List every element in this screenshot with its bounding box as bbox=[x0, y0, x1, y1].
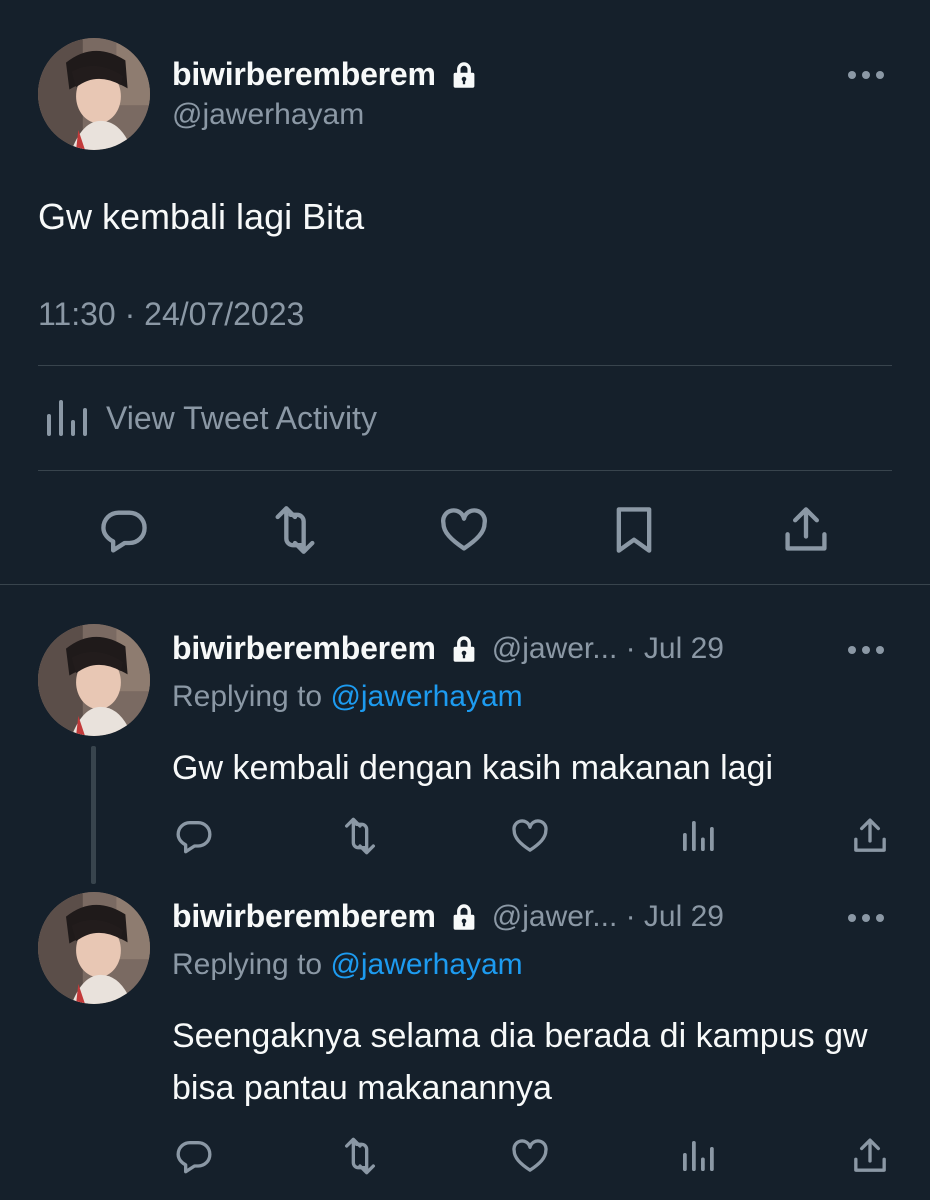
author-name-row: biwirberemberem @jawer... · Jul 29 bbox=[172, 630, 724, 667]
avatar[interactable] bbox=[38, 892, 150, 1004]
avatar[interactable] bbox=[38, 38, 150, 150]
main-tweet: biwirberemberem @jawerhayam Gw kembali l… bbox=[0, 0, 930, 585]
mention-link[interactable]: @jawerhayam bbox=[330, 680, 522, 713]
replying-to-line: Replying to @jawerhayam bbox=[172, 948, 523, 982]
divider bbox=[38, 470, 892, 471]
more-options-icon[interactable] bbox=[848, 71, 884, 79]
share-icon[interactable] bbox=[848, 814, 892, 858]
replying-to-line: Replying to @jawerhayam bbox=[172, 680, 523, 714]
replying-to-label: Replying to bbox=[172, 680, 331, 713]
handle-and-date[interactable]: @jawer... · Jul 29 bbox=[492, 900, 724, 934]
lock-icon bbox=[450, 60, 478, 90]
bookmark-icon[interactable] bbox=[612, 504, 656, 556]
author-name-row: biwirberemberem @jawer... · Jul 29 bbox=[172, 898, 724, 935]
more-options-icon[interactable] bbox=[848, 646, 884, 654]
author-display-name[interactable]: biwirberemberem bbox=[172, 630, 436, 667]
retweet-icon[interactable] bbox=[266, 504, 324, 556]
reply-icon[interactable] bbox=[172, 1134, 216, 1178]
divider bbox=[38, 365, 892, 366]
reply-icon[interactable] bbox=[98, 504, 150, 556]
reply-icon[interactable] bbox=[172, 814, 216, 858]
views-icon[interactable] bbox=[676, 814, 720, 858]
tweet-text: Gw kembali lagi Bita bbox=[38, 196, 365, 237]
tweet-timestamp[interactable]: 11:30 · 24/07/2023 bbox=[38, 296, 304, 333]
avatar-photo bbox=[38, 892, 150, 1004]
reply-tweet[interactable]: biwirberemberem @jawer... · Jul 29 Reply… bbox=[0, 892, 930, 1192]
reply-tweet[interactable]: biwirberemberem @jawer... · Jul 29 Reply… bbox=[0, 624, 930, 884]
reply-text: Gw kembali dengan kasih makanan lagi bbox=[172, 749, 774, 787]
share-icon[interactable] bbox=[780, 504, 832, 556]
author-handle[interactable]: @jawerhayam bbox=[172, 98, 364, 132]
views-icon[interactable] bbox=[676, 1134, 720, 1178]
more-options-icon[interactable] bbox=[848, 914, 884, 922]
replying-to-label: Replying to bbox=[172, 948, 331, 981]
avatar[interactable] bbox=[38, 624, 150, 736]
author-display-name[interactable]: biwirberemberem bbox=[172, 56, 436, 93]
reply-action-bar bbox=[0, 814, 930, 858]
author-display-name[interactable]: biwirberemberem bbox=[172, 898, 436, 935]
tweet-detail-page: biwirberemberem @jawerhayam Gw kembali l… bbox=[0, 0, 930, 1200]
like-icon[interactable] bbox=[438, 504, 490, 556]
like-icon[interactable] bbox=[508, 814, 552, 858]
view-tweet-activity-button[interactable]: View Tweet Activity bbox=[44, 396, 377, 440]
analytics-icon bbox=[47, 400, 87, 436]
lock-icon bbox=[450, 902, 478, 932]
author-name-row: biwirberemberem bbox=[172, 56, 478, 93]
reply-action-bar bbox=[0, 1134, 930, 1178]
avatar-photo bbox=[38, 38, 150, 150]
share-icon[interactable] bbox=[848, 1134, 892, 1178]
handle-and-date[interactable]: @jawer... · Jul 29 bbox=[492, 632, 724, 666]
activity-label: View Tweet Activity bbox=[106, 399, 377, 436]
retweet-icon[interactable] bbox=[338, 1134, 382, 1178]
reply-text: Seengaknya selama dia berada di kampus g… bbox=[172, 1017, 868, 1107]
mention-link[interactable]: @jawerhayam bbox=[330, 948, 522, 981]
like-icon[interactable] bbox=[508, 1134, 552, 1178]
retweet-icon[interactable] bbox=[338, 814, 382, 858]
avatar-photo bbox=[38, 624, 150, 736]
tweet-action-bar bbox=[0, 500, 930, 560]
lock-icon bbox=[450, 634, 478, 664]
